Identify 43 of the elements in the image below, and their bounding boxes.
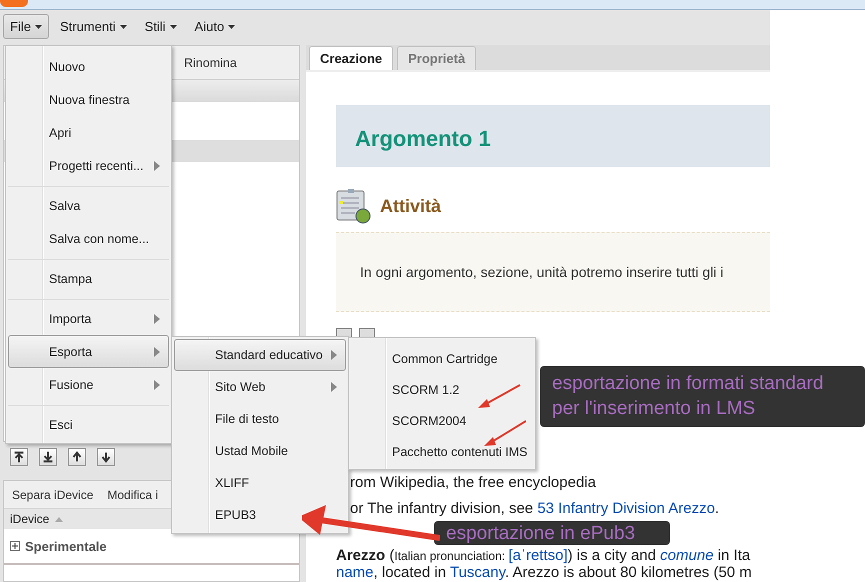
menu-item[interactable]: Standard educativo — [174, 339, 346, 371]
menu-item[interactable]: Common Cartridge — [351, 343, 533, 374]
paragraph: Arezzo (Italian pronunciation: [aˈrettso]) is a city and comune in Ita — [336, 548, 752, 564]
menu-button[interactable]: Aiuto — [188, 14, 242, 39]
menu-button[interactable]: Strumenti — [52, 14, 134, 39]
rename-button[interactable]: Rinomina — [184, 56, 237, 70]
menu-item[interactable]: SCORM 1.2 — [351, 374, 533, 405]
menu-item[interactable]: Salva — [8, 189, 169, 222]
tab[interactable]: Proprietà — [397, 46, 476, 70]
paragraph: rom Wikipedia, the free encyclopedia — [350, 475, 597, 491]
menu-item[interactable]: Nuova finestra — [8, 83, 169, 116]
menu-item[interactable]: Pacchetto contenuti IMS — [351, 436, 533, 467]
link[interactable]: comune — [660, 547, 714, 564]
menu-button[interactable]: File — [3, 14, 49, 39]
panel-tab[interactable]: Modifica i — [107, 488, 158, 502]
page-title: Argomento 1 — [355, 126, 491, 152]
paragraph: name, located in Tuscany. Arezzo is about 80 kilometres (50 m — [336, 565, 753, 581]
menu-item[interactable]: File di testo — [174, 403, 346, 435]
menu-item[interactable]: Fusione — [8, 368, 169, 401]
paragraph: or The infantry division, see 53 Infantry Division Arezzo. — [350, 501, 720, 517]
menu-item[interactable]: Importa — [8, 302, 169, 335]
section-title: Attività — [380, 196, 442, 216]
link[interactable]: name — [336, 564, 374, 581]
link[interactable]: [aˈrettso] — [508, 547, 568, 564]
link[interactable]: 53 Infantry Division Arezzo — [537, 500, 715, 517]
menu-item[interactable]: Progetti recenti... — [8, 149, 169, 182]
activity-text: In ogni argomento, sezione, unità potremo inserire tutti gli i — [360, 264, 724, 280]
panel-tab[interactable]: Separa iDevice — [12, 488, 94, 502]
menu-item[interactable]: Esporta — [8, 335, 169, 368]
annotation-callout: esportazione in formati standard per l'inserimento in LMS — [540, 366, 865, 427]
menu-item[interactable]: Ustad Mobile — [174, 435, 346, 467]
link[interactable]: Tuscany — [450, 564, 506, 581]
menu-item[interactable]: Salva con nome... — [8, 222, 169, 255]
menu-item[interactable]: Apri — [8, 116, 169, 149]
annotation-callout: esportazione in ePub3 — [434, 521, 670, 545]
menu-item[interactable]: SCORM2004 — [351, 405, 533, 436]
menu-item[interactable]: Sito Web — [174, 371, 346, 403]
tab[interactable]: Creazione — [309, 46, 394, 70]
menu-button[interactable]: Stili — [138, 14, 184, 39]
menu-item[interactable]: Esci — [8, 408, 169, 441]
menu-item[interactable]: Nuovo — [8, 50, 169, 83]
menu-item[interactable]: XLIFF — [174, 467, 346, 499]
menu-item[interactable]: Stampa — [8, 262, 169, 295]
